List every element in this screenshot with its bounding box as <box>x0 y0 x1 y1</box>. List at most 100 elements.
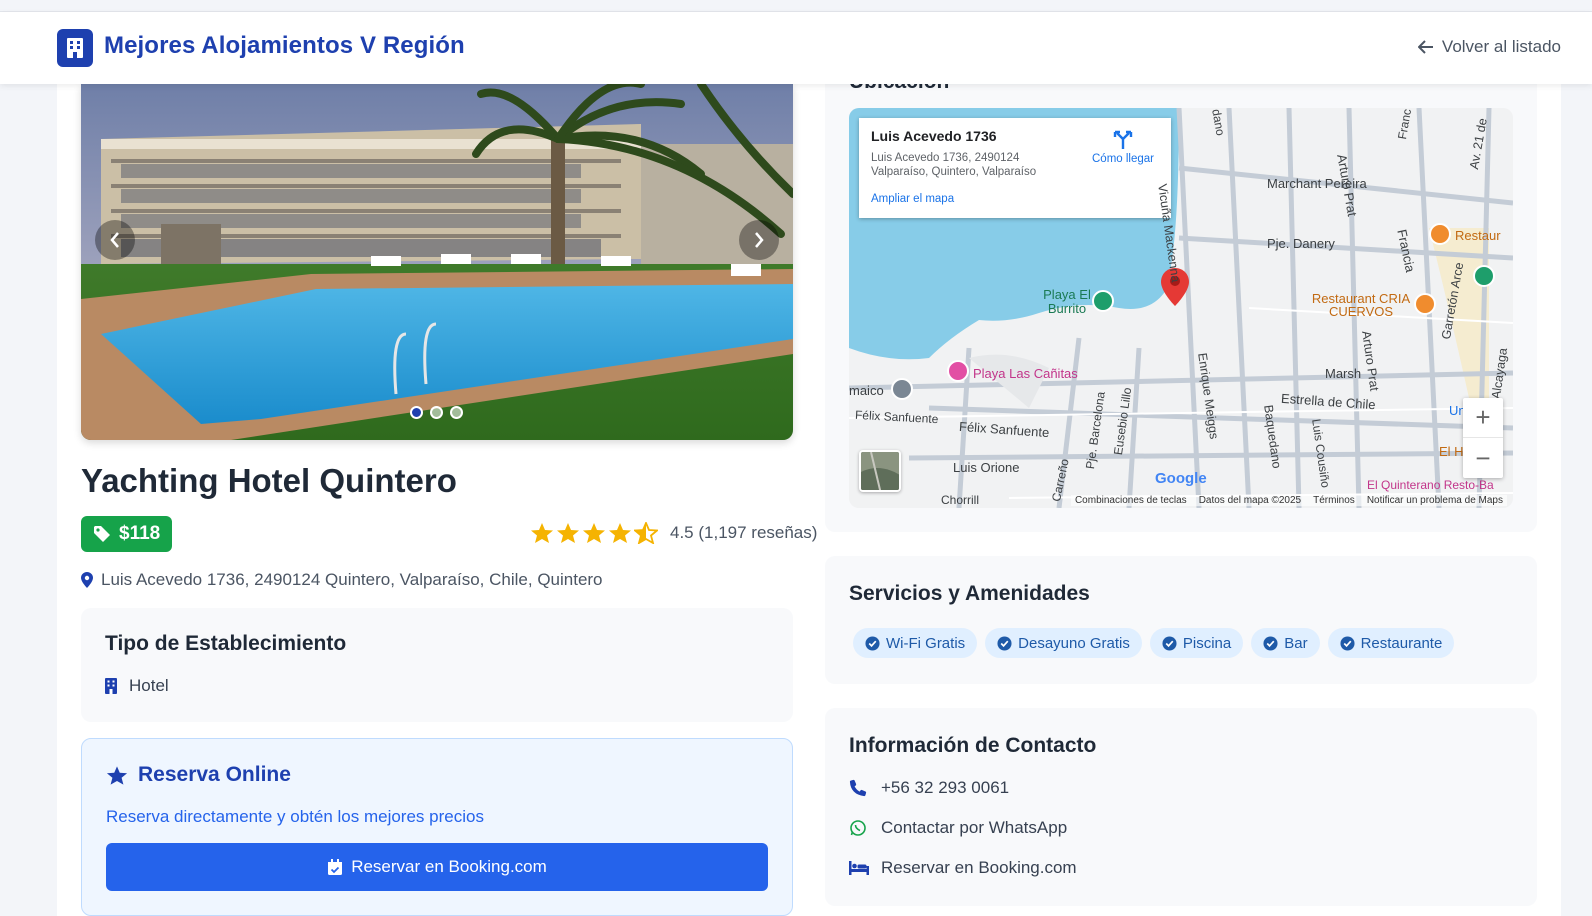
bed-icon <box>849 861 869 875</box>
building-icon <box>105 678 117 694</box>
restaurant-poi-icon <box>1414 293 1436 315</box>
top-border <box>0 0 1592 12</box>
amenity-chip: Restaurante <box>1327 628 1455 658</box>
chevron-left-icon <box>110 232 119 248</box>
hotel-icon[interactable] <box>57 29 93 67</box>
map-label: Luis Orione <box>953 460 1020 475</box>
google-logo: Google <box>1155 470 1207 487</box>
check-circle-icon <box>1263 635 1278 651</box>
contact-whatsapp[interactable]: Contactar por WhatsApp <box>849 818 1067 838</box>
map[interactable]: Luis Acevedo 1736 Luis Acevedo 1736, 249… <box>849 108 1513 508</box>
arrow-left-icon <box>1417 40 1433 54</box>
map-info-address: Luis Acevedo 1736, 2490124 Valparaíso, Q… <box>871 152 1037 178</box>
map-footer-link[interactable]: Notificar un problema de Maps <box>1367 495 1503 506</box>
restaurant-poi-icon <box>1429 223 1451 245</box>
contact-whatsapp-text: Contactar por WhatsApp <box>881 818 1068 837</box>
rating-text: 4.5 (1,197 reseñas) <box>670 523 818 542</box>
establishment-type-value: Hotel <box>129 676 169 695</box>
contact-phone[interactable]: +56 32 293 0061 <box>849 778 1009 798</box>
carousel-next-button[interactable] <box>739 220 779 260</box>
back-to-list-link[interactable]: Volver al listado <box>1417 37 1561 57</box>
establishment-type-card: Tipo de Establecimiento Hotel <box>81 608 793 722</box>
carousel-dot[interactable] <box>450 406 463 419</box>
map-label: Playa El Burrito <box>1043 287 1091 316</box>
site-title[interactable]: Mejores Alojamientos V Región <box>104 32 465 60</box>
map-info-window: Luis Acevedo 1736 Luis Acevedo 1736, 249… <box>859 118 1171 218</box>
map-zoom-controls: + − <box>1463 398 1503 478</box>
hotel-poi-icon <box>947 360 969 382</box>
hotel-name: Yachting Hotel Quintero <box>81 462 457 499</box>
satellite-thumbnail <box>861 452 899 490</box>
star-icon <box>609 523 631 543</box>
contact-card: Información de Contacto +56 32 293 0061 … <box>825 708 1537 906</box>
map-label: Playa Las Cañitas <box>973 366 1078 381</box>
map-footer-text: Datos del mapa ©2025 <box>1198 495 1302 506</box>
directions-icon <box>1113 130 1133 149</box>
place-poi-icon <box>891 378 913 400</box>
location-card: Ubicación Luis Acevedo 1736 <box>825 70 1537 532</box>
map-label: Marsh <box>1325 366 1362 381</box>
star-half-icon <box>634 522 658 544</box>
directions-label: Cómo llegar <box>1092 153 1154 165</box>
calendar-check-icon <box>328 858 343 875</box>
phone-icon <box>849 779 867 797</box>
hotel-photo <box>81 84 793 440</box>
card-title: Tipo de Establecimiento <box>105 632 347 655</box>
satellite-toggle[interactable] <box>859 450 901 492</box>
star-icon <box>557 523 579 543</box>
book-on-booking-button[interactable]: Reservar en Booking.com <box>106 843 768 891</box>
back-link-label: Volver al listado <box>1441 37 1561 56</box>
amenities-list: Wi-Fi Gratis Desayuno Gratis Piscina Bar… <box>853 628 1455 658</box>
map-label: El Quinterano Resto-Ba <box>1367 478 1494 492</box>
map-label: Restaur <box>1455 228 1501 243</box>
chevron-right-icon <box>755 232 764 248</box>
photo-carousel[interactable] <box>81 84 793 440</box>
online-booking-subtitle: Reserva directamente y obtén los mejores… <box>106 807 484 826</box>
map-label: Pje. Danery <box>1267 236 1335 251</box>
address-text: Luis Acevedo 1736, 2490124 Quintero, Val… <box>101 570 603 589</box>
check-circle-icon <box>865 635 880 651</box>
amenity-chip: Desayuno Gratis <box>985 628 1142 658</box>
amenity-chip: Piscina <box>1149 628 1244 658</box>
price-badge: $118 <box>81 516 173 552</box>
card-title: Información de Contacto <box>849 734 1097 757</box>
site-header: Mejores Alojamientos V Región Volver al … <box>0 12 1592 84</box>
address: Luis Acevedo 1736, 2490124 Quintero, Val… <box>81 570 603 590</box>
establishment-type: Hotel <box>105 676 169 696</box>
map-label: Chorrill <box>941 493 980 507</box>
map-info-title: Luis Acevedo 1736 <box>871 128 997 144</box>
map-footer-link[interactable]: Términos <box>1313 495 1355 506</box>
star-icon <box>583 523 605 543</box>
map-label: maico <box>849 383 884 398</box>
star-icon <box>106 765 128 785</box>
zoom-in-button[interactable]: + <box>1463 398 1503 438</box>
amenity-chip: Bar <box>1251 628 1320 658</box>
carousel-dot[interactable] <box>410 406 423 419</box>
check-circle-icon <box>1162 635 1177 651</box>
contact-booking-text: Reservar en Booking.com <box>881 858 1077 877</box>
park-poi-icon <box>1473 265 1495 287</box>
whatsapp-icon <box>850 820 866 836</box>
tag-icon <box>94 526 110 542</box>
online-booking-title-text: Reserva Online <box>138 763 291 786</box>
amenity-chip: Wi-Fi Gratis <box>853 628 978 658</box>
map-pin-icon <box>81 572 93 588</box>
map-label: Restaurant CRIA CUERVOS <box>1311 291 1411 319</box>
card-title: Servicios y Amenidades <box>849 582 1090 605</box>
zoom-out-button[interactable]: − <box>1463 438 1503 478</box>
map-footer-link[interactable]: Combinaciones de teclas <box>1075 495 1187 506</box>
contact-phone-text: +56 32 293 0061 <box>881 778 1010 797</box>
online-booking-title: Reserva Online <box>106 763 291 787</box>
price-value: $118 <box>119 523 161 544</box>
enlarge-map-link[interactable]: Ampliar el mapa <box>871 193 954 205</box>
star-icon <box>531 523 553 543</box>
contact-booking[interactable]: Reservar en Booking.com <box>849 858 1077 878</box>
directions-link[interactable]: Cómo llegar <box>1083 130 1163 165</box>
rating: 4.5 (1,197 reseñas) <box>530 522 817 544</box>
online-booking-card: Reserva Online Reserva directamente y ob… <box>81 738 793 916</box>
amenities-card: Servicios y Amenidades Wi-Fi Gratis Desa… <box>825 556 1537 684</box>
carousel-dot[interactable] <box>430 406 443 419</box>
check-circle-icon <box>1340 635 1355 651</box>
check-circle-icon <box>997 635 1012 651</box>
carousel-prev-button[interactable] <box>95 220 135 260</box>
